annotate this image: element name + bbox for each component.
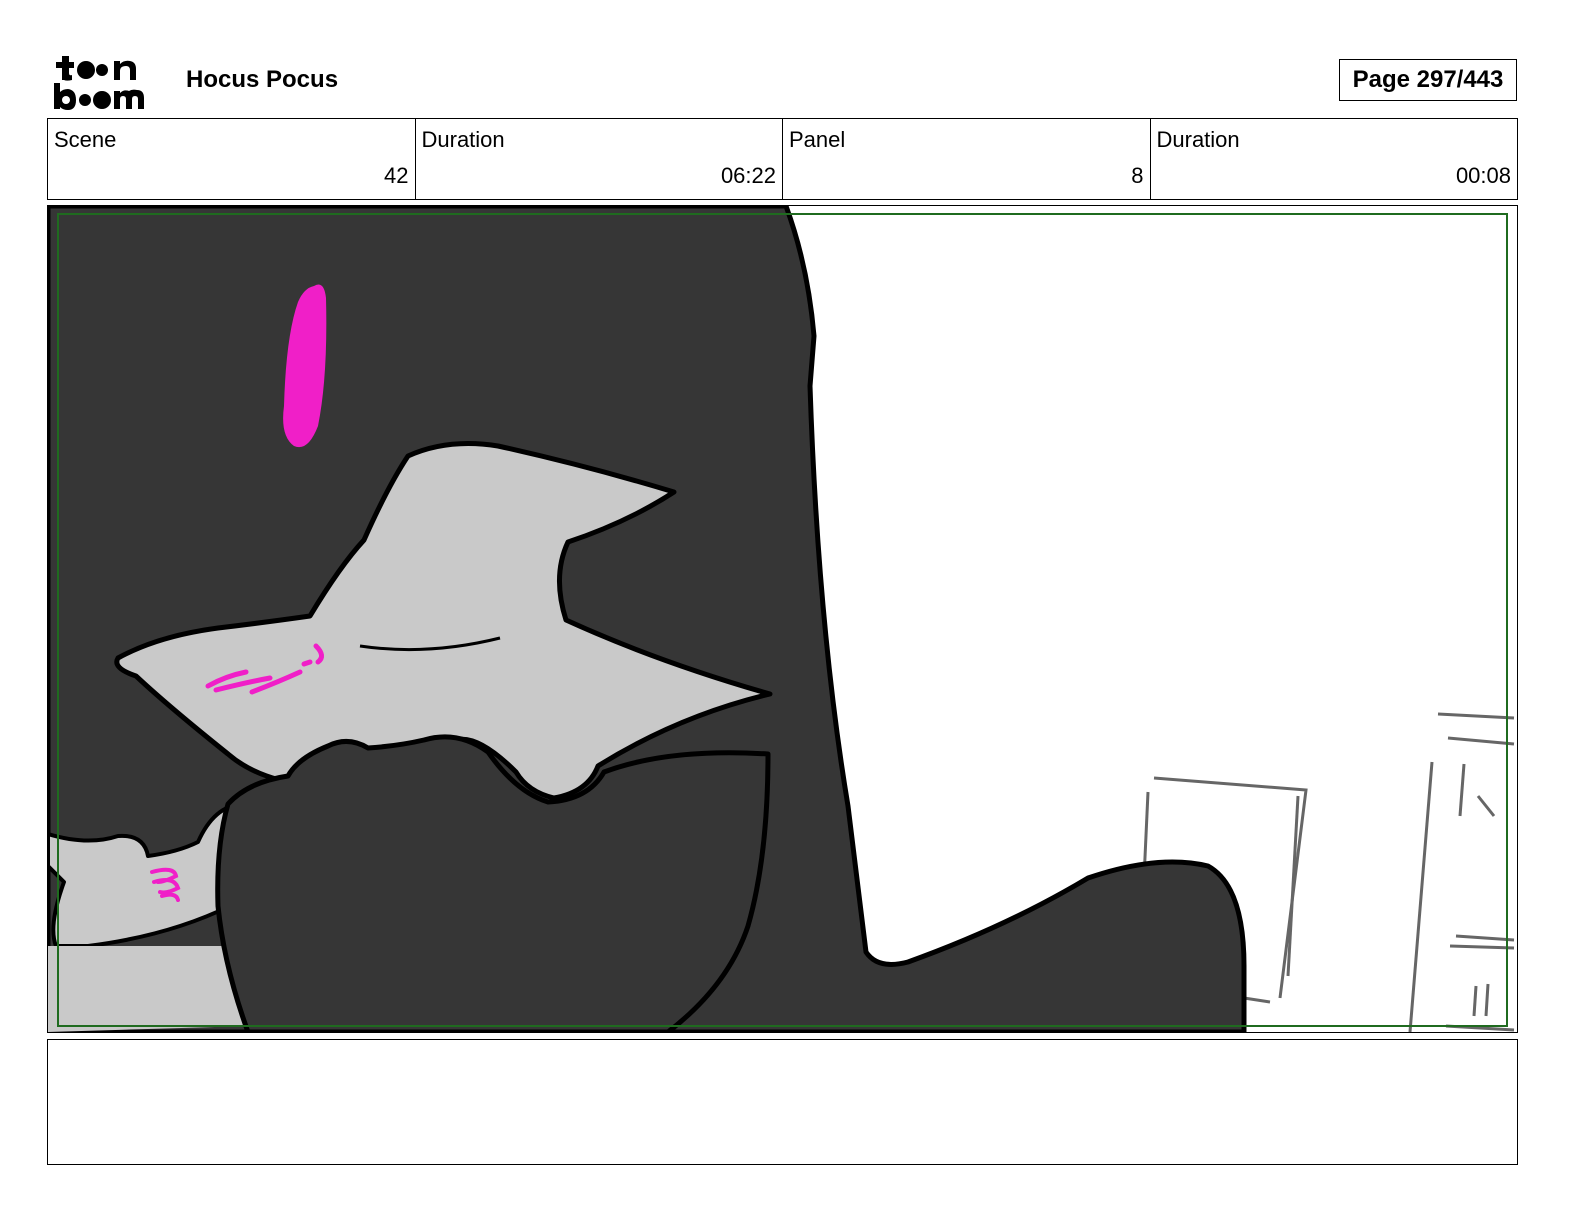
scene-duration-value: 06:22 — [720, 163, 776, 188]
panel-drawing — [48, 206, 1515, 1032]
panel-cell: Panel 8 — [783, 119, 1151, 199]
panel-notes-box[interactable] — [47, 1039, 1518, 1165]
panel-duration-value: 00:08 — [1455, 163, 1511, 188]
page-number: Page 297/443 — [1339, 59, 1517, 101]
scene-duration-label: Duration — [421, 127, 505, 152]
scene-value: 42 — [384, 163, 409, 188]
panel-info-table: Scene 42 Duration 06:22 Panel 8 Duration… — [47, 118, 1518, 200]
panel-duration-label: Duration — [1156, 127, 1240, 152]
scene-duration-cell: Duration 06:22 — [416, 119, 783, 199]
scene-cell: Scene 42 — [48, 119, 416, 199]
panel-duration-cell: Duration 00:08 — [1151, 119, 1518, 199]
scene-label: Scene — [54, 127, 117, 152]
toon-boom-logo — [52, 50, 164, 112]
project-title: Hocus Pocus — [186, 66, 339, 93]
panel-value: 8 — [1131, 163, 1144, 188]
head-shape — [215, 734, 771, 1032]
storyboard-panel — [47, 205, 1518, 1033]
panel-label: Panel — [789, 127, 846, 152]
